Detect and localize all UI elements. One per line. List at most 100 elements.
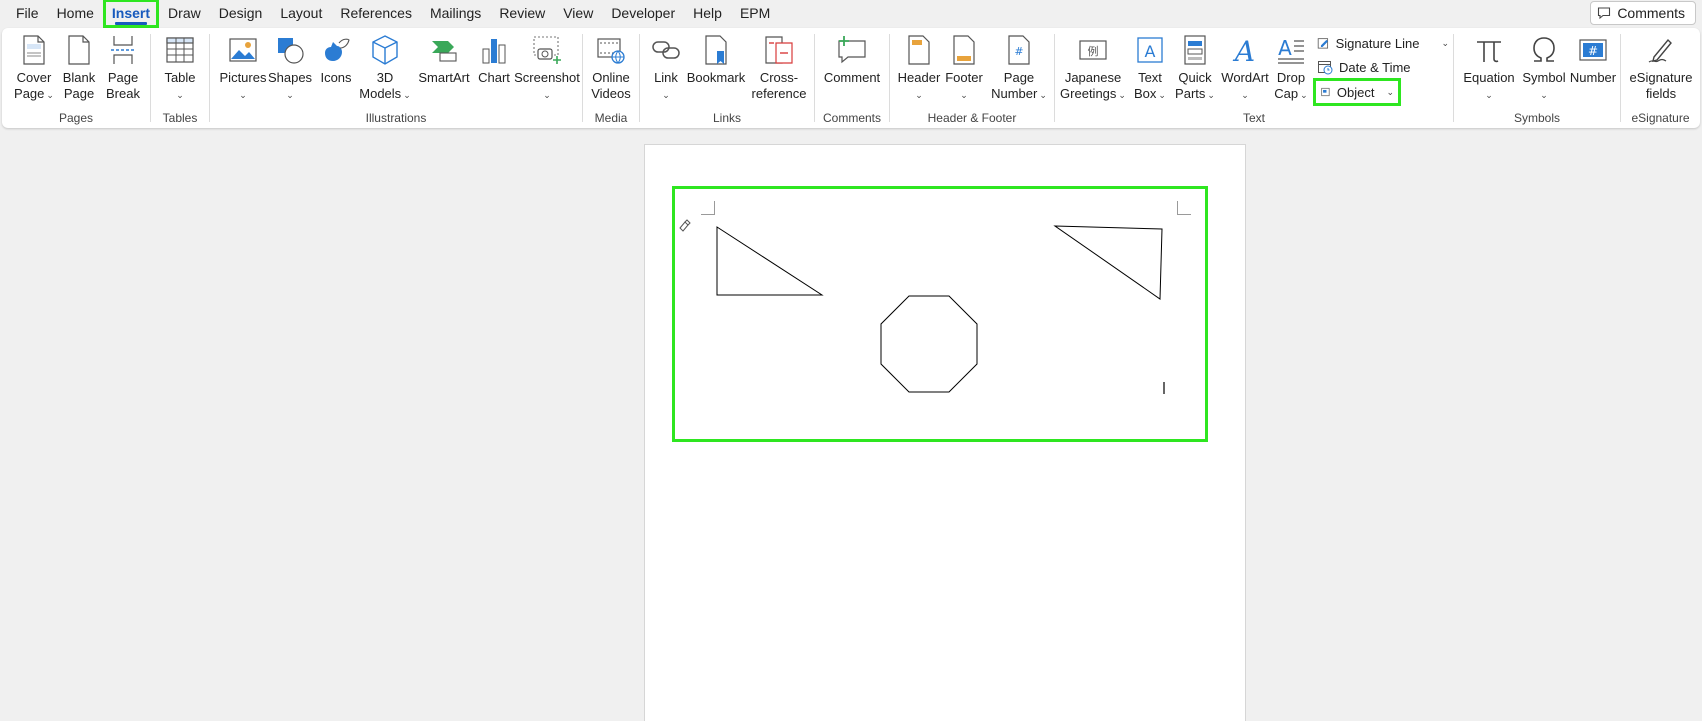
icons-button[interactable]: Icons [314,34,358,86]
symbol-button[interactable]: Symbol ⌄ [1520,34,1568,102]
shapes-button[interactable]: Shapes ⌄ [266,34,314,102]
online-videos-button[interactable]: Online Videos [587,34,635,102]
menu-help[interactable]: Help [684,0,731,27]
group-media: Online Videos Media [583,28,639,128]
menu-file[interactable]: File [7,0,48,27]
bookmark-icon [705,35,727,65]
group-comments: Comment Comments [815,28,889,128]
picture-icon [229,38,257,62]
wordart-icon: A [1232,35,1255,65]
japanese-greetings-button[interactable]: 例 Japanese Greetings ⌄ [1060,34,1126,103]
pictures-label: Pictures [219,70,267,85]
comments-label: Comments [1617,5,1685,21]
comments-button[interactable]: Comments [1590,1,1696,25]
svg-text:#: # [1588,44,1598,58]
3d-models-button[interactable]: 3D Models ⌄ [358,34,412,103]
menu-design[interactable]: Design [210,0,272,27]
wordart-button[interactable]: A WordArt ⌄ [1219,34,1271,102]
cover-page-label-2: Page [14,86,45,101]
signature-line-label: Signature Line [1335,35,1420,51]
cover-page-icon [23,35,45,65]
blank-page-icon [68,35,90,65]
smartart-icon [432,41,457,62]
esignature-label-2: fields [1645,86,1677,101]
cross-reference-label-2: reference [751,86,807,101]
cross-reference-button[interactable]: Cross-reference [748,34,810,102]
japanese-greetings-label-1: Japanese [1064,70,1122,85]
text-box-label-1: Text [1138,70,1162,85]
group-header-footer: Header ⌄ Footer ⌄ # Page Number ⌄ Header & F… [890,28,1054,128]
svg-text:例: 例 [1088,44,1099,58]
drop-cap-icon: A [1278,36,1304,64]
3d-models-label-2: Models [359,86,402,101]
header-button[interactable]: Header ⌄ [896,34,942,102]
japanese-greetings-icon: 例 [1079,40,1107,60]
japanese-greetings-label-2: Greetings [1060,86,1117,101]
date-time-button[interactable]: Date & Time [1313,56,1415,78]
new-comment-icon [838,36,866,64]
esignature-fields-button[interactable]: eSignature fields [1625,34,1697,102]
right-triangle-right[interactable] [1053,225,1163,300]
signature-line-icon [1317,38,1329,49]
bookmark-button[interactable]: Bookmark [686,34,746,86]
number-label: Number [1569,70,1617,85]
3d-models-label-1: 3D [376,70,394,85]
menu-references[interactable]: References [331,0,421,27]
smartart-label: SmartArt [418,70,470,85]
chart-button[interactable]: Chart [474,34,514,86]
cover-page-label-1: Cover [16,70,52,85]
page-break-label-2: Break [106,86,140,101]
group-symbols: Equation ⌄ Symbol ⌄ # Number Symbols [1454,28,1620,128]
octagon[interactable] [880,295,978,393]
screenshot-label: Screenshot [514,70,580,85]
page-number-label-1: Page [1003,70,1035,85]
menu-mailings[interactable]: Mailings [421,0,490,27]
drop-cap-button[interactable]: A Drop Cap ⌄ [1271,34,1311,103]
menu-developer[interactable]: Developer [602,0,684,27]
object-label: Object [1336,84,1375,100]
menu-home[interactable]: Home [48,0,103,27]
right-triangle-left[interactable] [716,226,824,296]
text-box-button[interactable]: A Text Box ⌄ [1129,34,1171,103]
page-break-label-1: Page [107,70,139,85]
menu-layout[interactable]: Layout [271,0,331,27]
page-number-button[interactable]: # Page Number ⌄ [988,34,1050,103]
page-break-button[interactable]: Page Break [102,34,144,102]
pictures-button[interactable]: Pictures ⌄ [218,34,268,102]
footer-button[interactable]: Footer ⌄ [942,34,986,102]
table-label: Table [164,70,196,85]
quick-parts-button[interactable]: Quick Parts ⌄ [1173,34,1217,103]
signature-line-button[interactable]: Signature Line ⌄ [1313,32,1453,54]
smartart-button[interactable]: SmartArt [414,34,474,86]
header-label: Header [897,70,941,85]
online-video-icon [597,38,625,64]
header-icon [908,35,930,65]
menu-review[interactable]: Review [490,0,554,27]
page-break-icon [111,36,135,64]
menu-view[interactable]: View [554,0,602,27]
online-videos-label-2: Videos [591,86,631,101]
quick-parts-label-1: Quick [1178,70,1212,85]
group-label-illustrations: Illustrations [365,111,427,125]
blank-page-button[interactable]: Blank Page [58,34,100,102]
equation-button[interactable]: Equation ⌄ [1458,34,1520,102]
screenshot-button[interactable]: Screenshot ⌄ [514,34,580,102]
table-button[interactable]: Table ⌄ [157,34,203,102]
pi-icon [1477,41,1501,63]
cover-page-button[interactable]: Cover Page ⌄ [12,34,56,103]
layout-options-icon[interactable] [679,219,691,232]
group-label-esignature: eSignature [1631,111,1690,125]
date-time-label: Date & Time [1339,59,1411,75]
menu-epm[interactable]: EPM [731,0,779,27]
menu-draw[interactable]: Draw [159,0,210,27]
group-text: 例 Japanese Greetings ⌄ A Text Box ⌄ Quick Par… [1055,28,1453,128]
footer-icon [953,35,975,65]
new-comment-button[interactable]: Comment [821,34,883,86]
object-button[interactable]: Object ⌄ [1313,78,1401,106]
drawing-canvas[interactable] [672,186,1208,442]
cross-reference-icon [765,36,793,64]
number-button[interactable]: # Number [1568,34,1618,86]
menu-insert[interactable]: Insert [102,0,160,28]
link-button[interactable]: Link ⌄ [646,34,686,102]
group-label-header-footer: Header & Footer [927,111,1017,125]
